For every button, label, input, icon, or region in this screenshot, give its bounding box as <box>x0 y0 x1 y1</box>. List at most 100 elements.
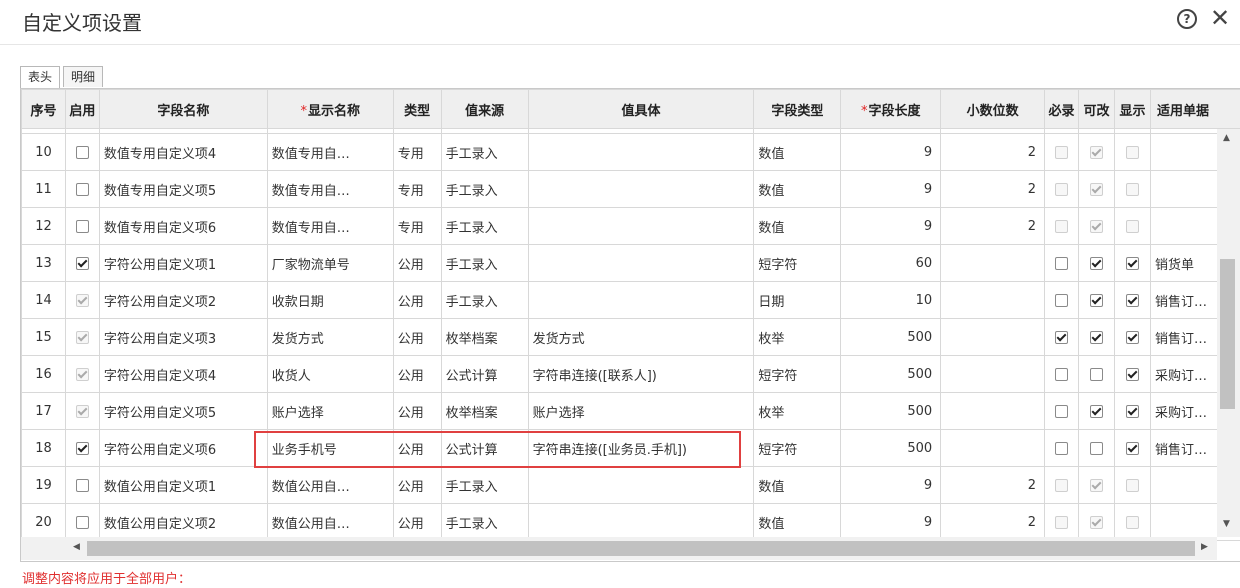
required-checkbox[interactable] <box>1055 331 1068 344</box>
vertical-scroll-thumb[interactable] <box>1220 259 1235 409</box>
decimals-cell[interactable] <box>941 319 1045 356</box>
decimals-cell[interactable]: 2 <box>941 134 1045 171</box>
display-name-cell[interactable]: 数值专用自… <box>267 208 393 245</box>
decimals-cell[interactable] <box>941 245 1045 282</box>
value-detail-cell[interactable]: 字符串连接([联系人]) <box>528 356 754 393</box>
decimals-cell[interactable]: 2 <box>941 208 1045 245</box>
table-row[interactable]: 17 字符公用自定义项5 账户选择 公用 枚举档案 账户选择 枚举 500 采购… <box>22 393 1240 430</box>
table-row[interactable]: 13 字符公用自定义项1 厂家物流单号 公用 手工录入 短字符 60 销货单 <box>22 245 1240 282</box>
field-name-cell: 字符公用自定义项6 <box>99 430 267 467</box>
editable-checkbox[interactable] <box>1090 442 1103 455</box>
scroll-right-icon[interactable]: ▶ <box>1201 542 1208 552</box>
enabled-checkbox[interactable] <box>76 442 89 455</box>
display-name-cell[interactable]: 厂家物流单号 <box>267 245 393 282</box>
decimals-cell[interactable]: 2 <box>941 467 1045 504</box>
enabled-checkbox[interactable] <box>76 220 89 233</box>
visible-checkbox[interactable] <box>1126 294 1139 307</box>
value-detail-cell[interactable] <box>528 282 754 319</box>
field-length-cell[interactable]: 9 <box>841 467 941 504</box>
horizontal-scrollbar[interactable]: ◀ ▶ <box>21 537 1217 560</box>
enabled-checkbox[interactable] <box>76 257 89 270</box>
value-source-cell[interactable]: 手工录入 <box>441 504 528 541</box>
value-source-cell[interactable]: 手工录入 <box>441 134 528 171</box>
editable-checkbox[interactable] <box>1090 405 1103 418</box>
required-checkbox[interactable] <box>1055 294 1068 307</box>
field-length-cell[interactable]: 500 <box>841 356 941 393</box>
required-checkbox[interactable] <box>1055 368 1068 381</box>
value-source-cell[interactable]: 枚举档案 <box>441 319 528 356</box>
field-length-cell[interactable]: 9 <box>841 208 941 245</box>
table-row[interactable]: 16 字符公用自定义项4 收货人 公用 公式计算 字符串连接([联系人]) 短字… <box>22 356 1240 393</box>
value-source-cell[interactable]: 公式计算 <box>441 356 528 393</box>
decimals-cell[interactable] <box>941 430 1045 467</box>
decimals-cell[interactable] <box>941 356 1045 393</box>
table-row[interactable]: 19 数值公用自定义项1 数值公用自… 公用 手工录入 数值 9 2 <box>22 467 1240 504</box>
vertical-scrollbar[interactable]: ▲ ▼ <box>1217 129 1240 537</box>
field-length-cell[interactable]: 9 <box>841 134 941 171</box>
field-length-cell[interactable]: 9 <box>841 171 941 208</box>
horizontal-scroll-thumb[interactable] <box>87 541 1195 556</box>
visible-checkbox[interactable] <box>1126 405 1139 418</box>
table-row[interactable]: 15 字符公用自定义项3 发货方式 公用 枚举档案 发货方式 枚举 500 销售… <box>22 319 1240 356</box>
display-name-cell[interactable]: 数值公用自… <box>267 467 393 504</box>
decimals-cell[interactable]: 2 <box>941 171 1045 208</box>
display-name-cell[interactable]: 收款日期 <box>267 282 393 319</box>
value-detail-cell[interactable] <box>528 171 754 208</box>
display-name-cell[interactable]: 收货人 <box>267 356 393 393</box>
tab-header[interactable]: 表头 <box>20 66 60 88</box>
decimals-cell[interactable]: 2 <box>941 504 1045 541</box>
display-name-cell[interactable]: 数值专用自… <box>267 171 393 208</box>
table-row[interactable]: 10 数值专用自定义项4 数值专用自… 专用 手工录入 数值 9 2 <box>22 134 1240 171</box>
display-name-cell[interactable]: 数值公用自… <box>267 504 393 541</box>
decimals-cell[interactable] <box>941 393 1045 430</box>
value-source-cell[interactable]: 手工录入 <box>441 171 528 208</box>
table-row[interactable]: 12 数值专用自定义项6 数值专用自… 专用 手工录入 数值 9 2 <box>22 208 1240 245</box>
required-checkbox[interactable] <box>1055 257 1068 270</box>
value-detail-cell[interactable] <box>528 134 754 171</box>
scroll-up-icon[interactable]: ▲ <box>1223 133 1230 143</box>
enabled-checkbox[interactable] <box>76 146 89 159</box>
value-source-cell[interactable]: 手工录入 <box>441 282 528 319</box>
value-source-cell[interactable]: 手工录入 <box>441 245 528 282</box>
table-row[interactable]: 20 数值公用自定义项2 数值公用自… 公用 手工录入 数值 9 2 <box>22 504 1240 541</box>
display-name-cell[interactable]: 数值专用自… <box>267 134 393 171</box>
value-source-cell[interactable]: 枚举档案 <box>441 393 528 430</box>
editable-checkbox[interactable] <box>1090 331 1103 344</box>
table-row[interactable]: 14 字符公用自定义项2 收款日期 公用 手工录入 日期 10 销售订… <box>22 282 1240 319</box>
value-detail-cell[interactable] <box>528 504 754 541</box>
field-length-cell[interactable]: 500 <box>841 393 941 430</box>
required-checkbox[interactable] <box>1055 405 1068 418</box>
display-name-cell[interactable]: 账户选择 <box>267 393 393 430</box>
required-checkbox[interactable] <box>1055 442 1068 455</box>
value-detail-cell[interactable]: 账户选择 <box>528 393 754 430</box>
editable-checkbox[interactable] <box>1090 294 1103 307</box>
value-detail-cell[interactable] <box>528 208 754 245</box>
field-length-cell[interactable]: 10 <box>841 282 941 319</box>
scroll-down-icon[interactable]: ▼ <box>1223 519 1230 529</box>
value-detail-cell[interactable] <box>528 467 754 504</box>
field-length-cell[interactable]: 60 <box>841 245 941 282</box>
table-row[interactable]: 11 数值专用自定义项5 数值专用自… 专用 手工录入 数值 9 2 <box>22 171 1240 208</box>
visible-checkbox[interactable] <box>1126 368 1139 381</box>
editable-checkbox[interactable] <box>1090 257 1103 270</box>
enabled-checkbox[interactable] <box>76 183 89 196</box>
enabled-checkbox[interactable] <box>76 516 89 529</box>
visible-checkbox[interactable] <box>1126 331 1139 344</box>
field-length-cell[interactable]: 500 <box>841 430 941 467</box>
value-source-cell[interactable]: 手工录入 <box>441 208 528 245</box>
value-source-cell[interactable]: 手工录入 <box>441 467 528 504</box>
visible-checkbox[interactable] <box>1126 257 1139 270</box>
tab-detail[interactable]: 明细 <box>63 66 103 87</box>
scroll-left-icon[interactable]: ◀ <box>73 542 80 552</box>
field-length-cell[interactable]: 500 <box>841 319 941 356</box>
display-name-cell[interactable]: 发货方式 <box>267 319 393 356</box>
decimals-cell[interactable] <box>941 282 1045 319</box>
close-icon[interactable]: ✕ <box>1210 4 1230 32</box>
enabled-checkbox[interactable] <box>76 479 89 492</box>
help-icon[interactable]: ? <box>1177 9 1197 29</box>
editable-checkbox[interactable] <box>1090 368 1103 381</box>
value-detail-cell[interactable] <box>528 245 754 282</box>
visible-checkbox[interactable] <box>1126 442 1139 455</box>
field-length-cell[interactable]: 9 <box>841 504 941 541</box>
value-detail-cell[interactable]: 发货方式 <box>528 319 754 356</box>
